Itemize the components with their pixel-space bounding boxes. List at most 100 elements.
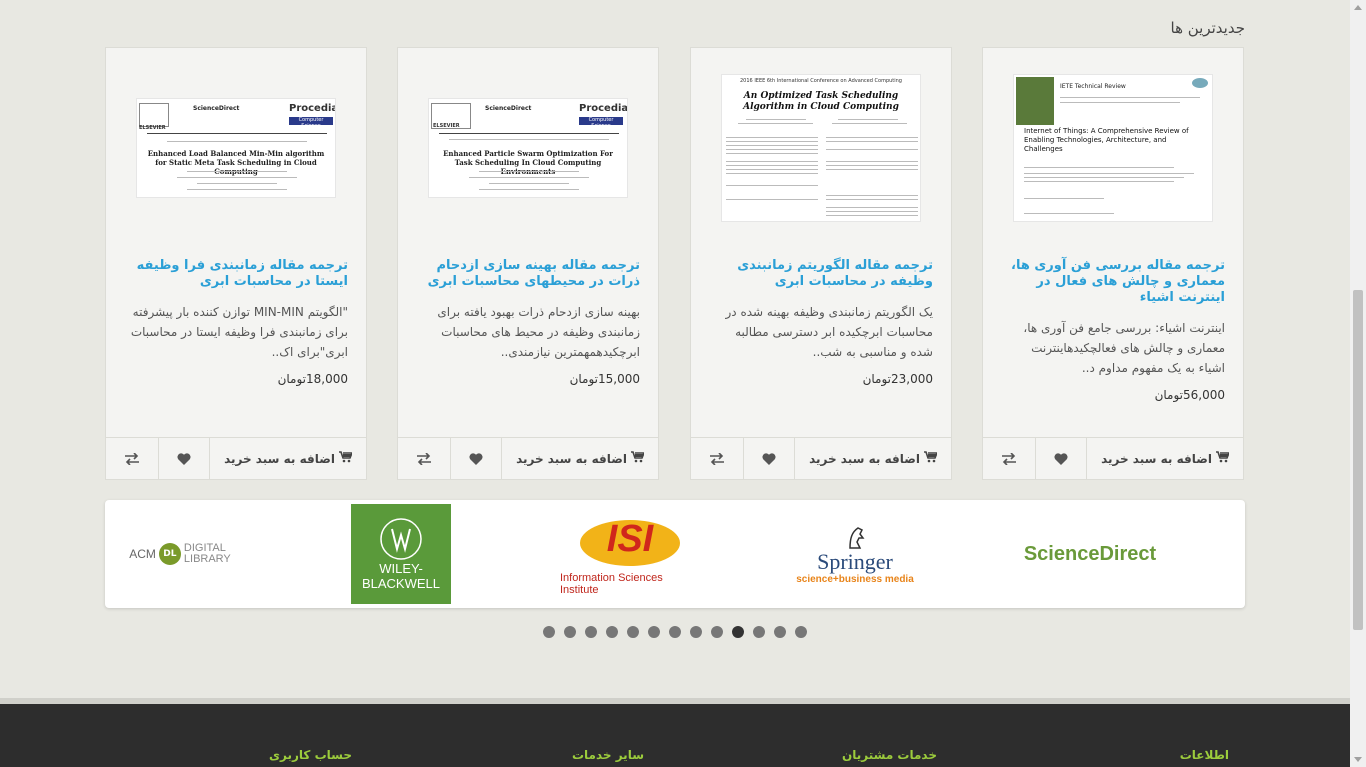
- scrollbar-thumb[interactable]: [1353, 290, 1363, 630]
- wishlist-button[interactable]: [1035, 438, 1087, 479]
- springer-logo[interactable]: Springer science+business media: [795, 504, 915, 604]
- add-to-cart-button[interactable]: اضافه به سبد خرید: [795, 438, 951, 479]
- carousel-dot[interactable]: [732, 626, 744, 638]
- add-to-cart-label: اضافه به سبد خرید: [516, 451, 627, 466]
- compare-icon: [417, 452, 431, 465]
- scroll-up-arrow-icon[interactable]: [1354, 5, 1362, 10]
- journal-cover-image: [1016, 77, 1054, 125]
- product-card: ELSEVIER ScienceDirect Procedia Computer…: [397, 47, 659, 480]
- product-thumbnail[interactable]: 2016 IEEE 6th International Conference o…: [721, 74, 921, 222]
- blackwell-text: BLACKWELL: [361, 576, 441, 591]
- carousel-dot[interactable]: [753, 626, 765, 638]
- product-thumbnail[interactable]: IETE Technical Review Internet of Things…: [1013, 74, 1213, 222]
- procedia-logo: Procedia: [289, 103, 336, 114]
- carousel-dot[interactable]: [606, 626, 618, 638]
- cart-icon: [630, 451, 646, 466]
- conference-header: 2016 IEEE 6th International Conference o…: [740, 78, 902, 84]
- carousel-dot[interactable]: [774, 626, 786, 638]
- product-price: 18,000تومان: [277, 372, 348, 386]
- wiley-blackwell-logo[interactable]: WILEY- BLACKWELL: [351, 504, 451, 604]
- compare-icon: [125, 452, 139, 465]
- product-title[interactable]: ترجمه مقاله الگوریتم زمانبندی وظیفه در م…: [709, 258, 933, 290]
- product-description: "الگویتم MIN-MIN توازن کننده بار پیشرفته…: [130, 305, 348, 359]
- scroll-down-arrow-icon[interactable]: [1354, 757, 1362, 762]
- sciencedirect-label: ScienceDirect: [485, 105, 532, 112]
- elsevier-tree-icon: [139, 103, 169, 127]
- product-thumbnail[interactable]: ELSEVIER ScienceDirect Procedia Computer…: [428, 98, 628, 198]
- sciencedirect-logo[interactable]: ScienceDirect: [1010, 504, 1170, 604]
- compare-button[interactable]: [106, 438, 158, 479]
- product-description: بهینه سازی ازدحام ذرات بهبود یافته برای …: [437, 305, 640, 359]
- footer: اطلاعات خدمات مشتریان سایر خدمات حساب کا…: [0, 698, 1350, 767]
- elsevier-logo-text: ELSEVIER: [433, 123, 460, 129]
- product-price: 56,000تومان: [1154, 388, 1225, 402]
- footer-heading-account: حساب کاربری: [269, 748, 352, 762]
- product-cards: IETE Technical Review Internet of Things…: [105, 47, 1245, 480]
- card-actions: اضافه به سبد خرید: [983, 437, 1243, 479]
- isi-wordmark: ISI: [606, 518, 654, 560]
- carousel-dot[interactable]: [564, 626, 576, 638]
- acm-digital-library-logo[interactable]: ACM DL DIGITAL LIBRARY: [115, 504, 245, 604]
- isi-logo[interactable]: ISI Information Sciences Institute: [560, 504, 700, 604]
- product-title[interactable]: ترجمه مقاله زمانبندی فرا وظیفه ایستا در …: [124, 258, 348, 290]
- publisher-logo-icon: [1192, 78, 1208, 88]
- carousel-dot[interactable]: [627, 626, 639, 638]
- springer-horse-icon: [849, 526, 865, 549]
- wishlist-button[interactable]: [743, 438, 795, 479]
- product-card: 2016 IEEE 6th International Conference o…: [690, 47, 952, 480]
- paper-title: Internet of Things: A Comprehensive Revi…: [1024, 127, 1189, 153]
- product-thumbnail[interactable]: ELSEVIER ScienceDirect Procedia Computer…: [136, 98, 336, 198]
- compare-icon: [710, 452, 724, 465]
- footer-heading-other-services: سایر خدمات: [571, 748, 644, 762]
- cart-icon: [923, 451, 939, 466]
- carousel-dot[interactable]: [669, 626, 681, 638]
- carousel-dot[interactable]: [543, 626, 555, 638]
- acm-text: ACM: [129, 547, 156, 561]
- product-description: یک الگوریتم زمانبندی وظیفه بهینه شده در …: [725, 305, 933, 359]
- library-text: LIBRARY: [183, 553, 231, 565]
- footer-heading-info: اطلاعات: [1179, 748, 1229, 762]
- wishlist-button[interactable]: [450, 438, 502, 479]
- computer-science-label: Computer Science: [579, 117, 623, 129]
- isi-tagline: Information Sciences Institute: [560, 572, 663, 596]
- product-price: 23,000تومان: [862, 372, 933, 386]
- page-scrollbar[interactable]: [1350, 0, 1366, 767]
- card-actions: اضافه به سبد خرید: [691, 437, 951, 479]
- compare-button[interactable]: [691, 438, 743, 479]
- product-description: اینترنت اشیاء: بررسی جامع فن آوری ها، مع…: [1023, 321, 1225, 375]
- carousel-dot[interactable]: [648, 626, 660, 638]
- add-to-cart-label: اضافه به سبد خرید: [224, 451, 335, 466]
- compare-button[interactable]: [398, 438, 450, 479]
- carousel-dot[interactable]: [795, 626, 807, 638]
- springer-wordmark: Springer: [817, 548, 893, 574]
- heart-icon: [1054, 452, 1068, 465]
- paper-title: An Optimized Task Scheduling Algorithm i…: [743, 91, 899, 112]
- cart-icon: [338, 451, 354, 466]
- product-price: 15,000تومان: [569, 372, 640, 386]
- card-actions: اضافه به سبد خرید: [398, 437, 658, 479]
- section-title: جدیدترین ها: [1170, 19, 1246, 37]
- carousel-dot[interactable]: [711, 626, 723, 638]
- carousel-dot[interactable]: [585, 626, 597, 638]
- product-title[interactable]: ترجمه مقاله بهینه سازی ازدحام ذرات در مح…: [416, 258, 640, 290]
- sciencedirect-label: ScienceDirect: [193, 105, 240, 112]
- add-to-cart-button[interactable]: اضافه به سبد خرید: [502, 438, 658, 479]
- wishlist-button[interactable]: [158, 438, 210, 479]
- cart-icon: [1215, 451, 1231, 466]
- compare-button[interactable]: [983, 438, 1035, 479]
- isi-emblem: ISI: [575, 512, 685, 572]
- computer-science-label: Computer Science: [289, 117, 333, 129]
- carousel-dot[interactable]: [690, 626, 702, 638]
- card-actions: اضافه به سبد خرید: [106, 437, 366, 479]
- brand-carousel: ScienceDirect Springer science+business …: [105, 500, 1245, 608]
- add-to-cart-button[interactable]: اضافه به سبد خرید: [1087, 438, 1243, 479]
- heart-icon: [177, 452, 191, 465]
- wiley-text: WILEY-: [379, 561, 423, 576]
- product-card: ELSEVIER ScienceDirect Procedia Computer…: [105, 47, 367, 480]
- product-title[interactable]: ترجمه مقاله بررسی فن آوری ها، معماری و چ…: [1001, 258, 1225, 306]
- dl-badge-icon: DL: [158, 543, 181, 565]
- wiley-emblem-icon: [380, 518, 422, 560]
- add-to-cart-button[interactable]: اضافه به سبد خرید: [210, 438, 366, 479]
- heart-icon: [469, 452, 483, 465]
- sciencedirect-logo-text: ScienceDirect: [1023, 542, 1157, 565]
